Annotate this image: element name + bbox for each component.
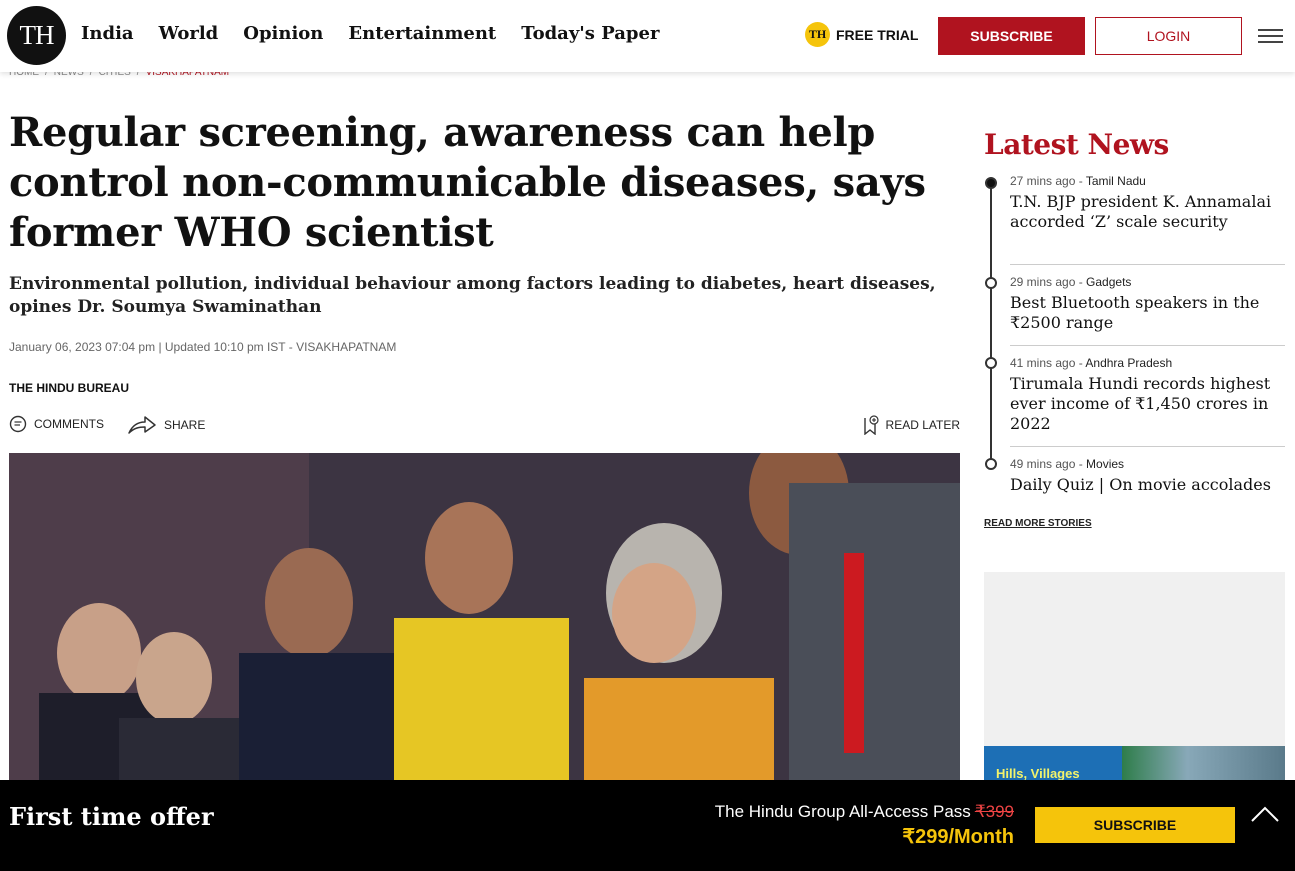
old-price: ₹399 <box>974 802 1014 821</box>
menu-icon[interactable] <box>1258 29 1283 44</box>
story-divider <box>1010 345 1285 346</box>
nav-india[interactable]: India <box>81 23 134 44</box>
timeline-dot <box>985 177 997 189</box>
article-byline[interactable]: THE HINDU BUREAU <box>9 381 129 395</box>
story-title[interactable]: T.N. BJP president K. Annamalai accorded… <box>1010 192 1285 232</box>
offer-price: ₹299/Month <box>902 826 1014 848</box>
subscription-offer-bar: First time offer The Hindu Group All-Acc… <box>0 780 1295 871</box>
latest-story[interactable]: 29 mins ago - Gadgets Best Bluetooth spe… <box>1010 275 1285 333</box>
free-trial-label: FREE TRIAL <box>836 26 919 43</box>
nav-todays-paper[interactable]: Today's Paper <box>521 23 659 44</box>
read-later-label: READ LATER <box>885 418 960 432</box>
article-headline: Regular screening, awareness can help co… <box>9 109 926 256</box>
timeline-dot <box>985 357 997 369</box>
th-badge-icon: TH <box>805 22 830 47</box>
story-meta: 29 mins ago - Gadgets <box>1010 275 1132 289</box>
pass-label: The Hindu Group All-Access Pass <box>714 802 971 821</box>
bookmark-add-icon <box>863 415 879 435</box>
nav-world[interactable]: World <box>159 23 219 44</box>
free-trial-link[interactable]: TH FREE TRIAL <box>805 22 918 47</box>
comment-icon <box>9 415 27 433</box>
ad-banner-text: Hills, Villages <box>996 766 1080 781</box>
comments-label: COMMENTS <box>34 417 104 431</box>
latest-story[interactable]: 41 mins ago - Andhra Pradesh Tirumala Hu… <box>1010 356 1285 434</box>
subscribe-button[interactable]: SUBSCRIBE <box>938 17 1085 55</box>
site-logo[interactable]: TH <box>7 6 66 65</box>
login-button[interactable]: LOGIN <box>1095 17 1242 55</box>
story-divider <box>1010 446 1285 447</box>
story-title[interactable]: Tirumala Hundi records highest ever inco… <box>1010 374 1285 434</box>
chevron-up-icon[interactable] <box>1250 804 1280 824</box>
nav-opinion[interactable]: Opinion <box>243 23 323 44</box>
story-meta: 41 mins ago - Andhra Pradesh <box>1010 356 1173 370</box>
story-title[interactable]: Best Bluetooth speakers in the ₹2500 ran… <box>1010 293 1285 333</box>
article-actions: COMMENTS SHARE READ LATER <box>9 415 960 439</box>
offer-title: First time offer <box>9 802 214 831</box>
latest-story[interactable]: 49 mins ago - Movies Daily Quiz | On mov… <box>1010 457 1285 495</box>
timeline-dot <box>985 277 997 289</box>
latest-story[interactable]: 27 mins ago - Tamil Nadu T.N. BJP presid… <box>1010 174 1285 232</box>
share-arrow-icon <box>128 416 156 434</box>
comments-button[interactable]: COMMENTS <box>9 415 104 433</box>
share-label: SHARE <box>164 418 206 432</box>
story-divider <box>1010 264 1285 265</box>
story-title[interactable]: Daily Quiz | On movie accolades <box>1010 475 1285 495</box>
timeline-line <box>990 182 992 464</box>
offer-pass-info: The Hindu Group All-Access Pass ₹399 ₹299… <box>715 802 1014 849</box>
share-button[interactable]: SHARE <box>127 415 205 435</box>
latest-news-heading[interactable]: Latest News <box>984 128 1169 161</box>
offer-subscribe-button[interactable]: SUBSCRIBE <box>1035 807 1235 843</box>
event-photo-illustration <box>9 453 960 783</box>
timeline-dot <box>985 458 997 470</box>
story-meta: 49 mins ago - Movies <box>1010 457 1125 471</box>
read-later-button[interactable]: READ LATER <box>863 415 960 435</box>
main-nav: India World Opinion Entertainment Today'… <box>81 23 684 44</box>
nav-entertainment[interactable]: Entertainment <box>348 23 496 44</box>
article-lead-photo <box>9 453 960 783</box>
article-dateline: January 06, 2023 07:04 pm | Updated 10:1… <box>9 340 397 354</box>
read-more-stories-link[interactable]: READ MORE STORIES <box>984 518 1092 529</box>
article-subhead: Environmental pollution, individual beha… <box>9 274 936 317</box>
site-header: TH India World Opinion Entertainment Tod… <box>0 0 1295 72</box>
story-meta: 27 mins ago - Tamil Nadu <box>1010 174 1146 188</box>
